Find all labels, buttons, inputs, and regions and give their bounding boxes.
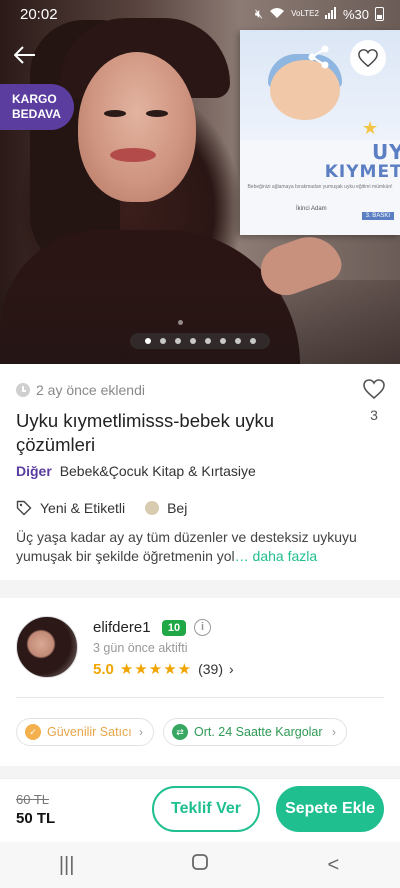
product-description: Üç yaşa kadar ay ay tüm düzenler ve dest… (16, 528, 386, 566)
old-price: 60 TL (16, 792, 50, 807)
back-button[interactable] (10, 42, 40, 72)
photo-eye-right (146, 110, 168, 117)
added-text: 2 ay önce eklendi (36, 382, 145, 398)
chevron-right-icon: › (332, 725, 336, 739)
chevron-right-icon: › (139, 725, 143, 739)
seller-rating[interactable]: 5.0 ★★★★★ (39) › (93, 660, 234, 679)
section-divider (0, 766, 400, 778)
system-nav-bar: ||| < (0, 842, 400, 888)
heart-icon (358, 49, 378, 68)
home-button[interactable] (170, 853, 230, 877)
recent-apps-button[interactable]: ||| (37, 854, 97, 877)
free-shipping-badge: KARGO BEDAVA (0, 84, 74, 130)
color-text: Bej (167, 500, 188, 516)
arrow-left-icon (13, 46, 35, 64)
color-swatch (145, 501, 160, 515)
truck-icon: ⇄ (172, 724, 188, 740)
signal-icon (324, 6, 337, 22)
share-button[interactable] (306, 44, 332, 70)
star-icon: ★ (362, 118, 379, 138)
current-price: 50 TL (16, 810, 56, 827)
carousel-dot[interactable] (219, 338, 226, 344)
fast-shipping-label: Ort. 24 Saatte Kargolar (194, 725, 323, 739)
carousel-dot[interactable] (174, 338, 181, 344)
favorite-button[interactable] (350, 40, 386, 76)
battery-icon (375, 7, 384, 21)
book-title-line1: UYKU (371, 140, 400, 164)
photo-eye-left (104, 110, 126, 117)
product-detail-page: ★ UYKU KIYMETLİMİSSS Bebeğinizi ağlamaya… (0, 0, 400, 888)
like-count: 3 (370, 407, 378, 423)
badge-line1: KARGO (12, 92, 57, 106)
category-breadcrumb[interactable]: Diğer Bebek&Çocuk Kitap & Kırtasiye (16, 463, 256, 479)
fast-shipping-chip[interactable]: ⇄ Ort. 24 Saatte Kargolar › (163, 718, 347, 746)
status-icons: 🔇︎ VoLTE2 %30 (255, 6, 384, 22)
color-attr: Bej (135, 500, 187, 516)
book-title: UYKU KIYMETLİMİSSS (240, 142, 400, 182)
book-title-line2: KIYMETLİMİSSS (324, 162, 400, 182)
seller-avatar[interactable] (16, 616, 78, 678)
book-edition: 3. BASKI (361, 212, 394, 220)
add-to-cart-button[interactable]: Sepete Ekle (276, 786, 384, 832)
heart-outline-icon (363, 379, 385, 400)
category-path[interactable]: Bebek&Çocuk Kitap & Kırtasiye (60, 463, 256, 479)
review-count: (39) (198, 661, 224, 677)
section-divider (0, 580, 400, 598)
divider (16, 697, 384, 698)
book-publisher: İkinci Adam (296, 206, 327, 212)
network-label: VoLTE2 (291, 9, 319, 18)
info-icon[interactable]: i (194, 619, 211, 636)
tag-icon (16, 500, 32, 516)
carousel-dot[interactable] (144, 338, 151, 344)
trusted-badge-icon: ✓ (25, 724, 41, 740)
like-button[interactable]: 3 (360, 378, 388, 423)
carousel-indicator (178, 320, 183, 325)
clock-icon (16, 383, 30, 397)
badge-line2: BEDAVA (12, 107, 61, 121)
condition-attr: Yeni & Etiketli (16, 500, 125, 516)
trusted-seller-chip[interactable]: ✓ Güvenilir Satıcı › (16, 718, 154, 746)
trusted-seller-label: Güvenilir Satıcı (47, 725, 132, 739)
home-icon (192, 854, 208, 870)
condition-text: Yeni & Etiketli (40, 500, 126, 516)
status-time: 20:02 (20, 6, 58, 23)
photo-shadow (0, 280, 400, 364)
photo-face (78, 52, 196, 202)
product-image-carousel[interactable]: ★ UYKU KIYMETLİMİSSS Bebeğinizi ağlamaya… (0, 0, 400, 364)
system-back-button[interactable]: < (303, 854, 363, 877)
seller-username[interactable]: elifdere1 (93, 619, 151, 636)
make-offer-button[interactable]: Teklif Ver (152, 786, 260, 832)
photo-lips (110, 148, 156, 162)
wifi-icon (269, 7, 285, 22)
seller-level-badge: 10 (162, 620, 186, 636)
added-info: 2 ay önce eklendi (16, 382, 145, 398)
book-subtitle: Bebeğinizi ağlamaya bırakmadan yumuşak u… (247, 184, 393, 190)
carousel-dot[interactable] (189, 338, 196, 344)
carousel-dot[interactable] (234, 338, 241, 344)
carousel-dot[interactable] (159, 338, 166, 344)
product-attributes: Yeni & Etiketli Bej (16, 500, 187, 516)
rating-value: 5.0 (93, 660, 114, 678)
carousel-dots[interactable] (130, 333, 270, 349)
mute-icon: 🔇︎ (254, 6, 264, 21)
category-brand[interactable]: Diğer (16, 463, 52, 479)
carousel-dot[interactable] (204, 338, 211, 344)
product-title: Uyku kıymetlimisss-bebek uyku çözümleri (16, 410, 275, 455)
battery-percent: %30 (342, 6, 369, 22)
chevron-right-icon: › (229, 661, 234, 677)
status-bar: 20:02 🔇︎ VoLTE2 %30 (0, 0, 400, 30)
read-more-link[interactable]: … daha fazla (235, 548, 318, 564)
carousel-dot[interactable] (249, 338, 256, 344)
rating-stars: ★★★★★ (119, 661, 193, 678)
seller-active-text: 3 gün önce aktifti (93, 641, 188, 655)
share-icon (308, 45, 329, 69)
